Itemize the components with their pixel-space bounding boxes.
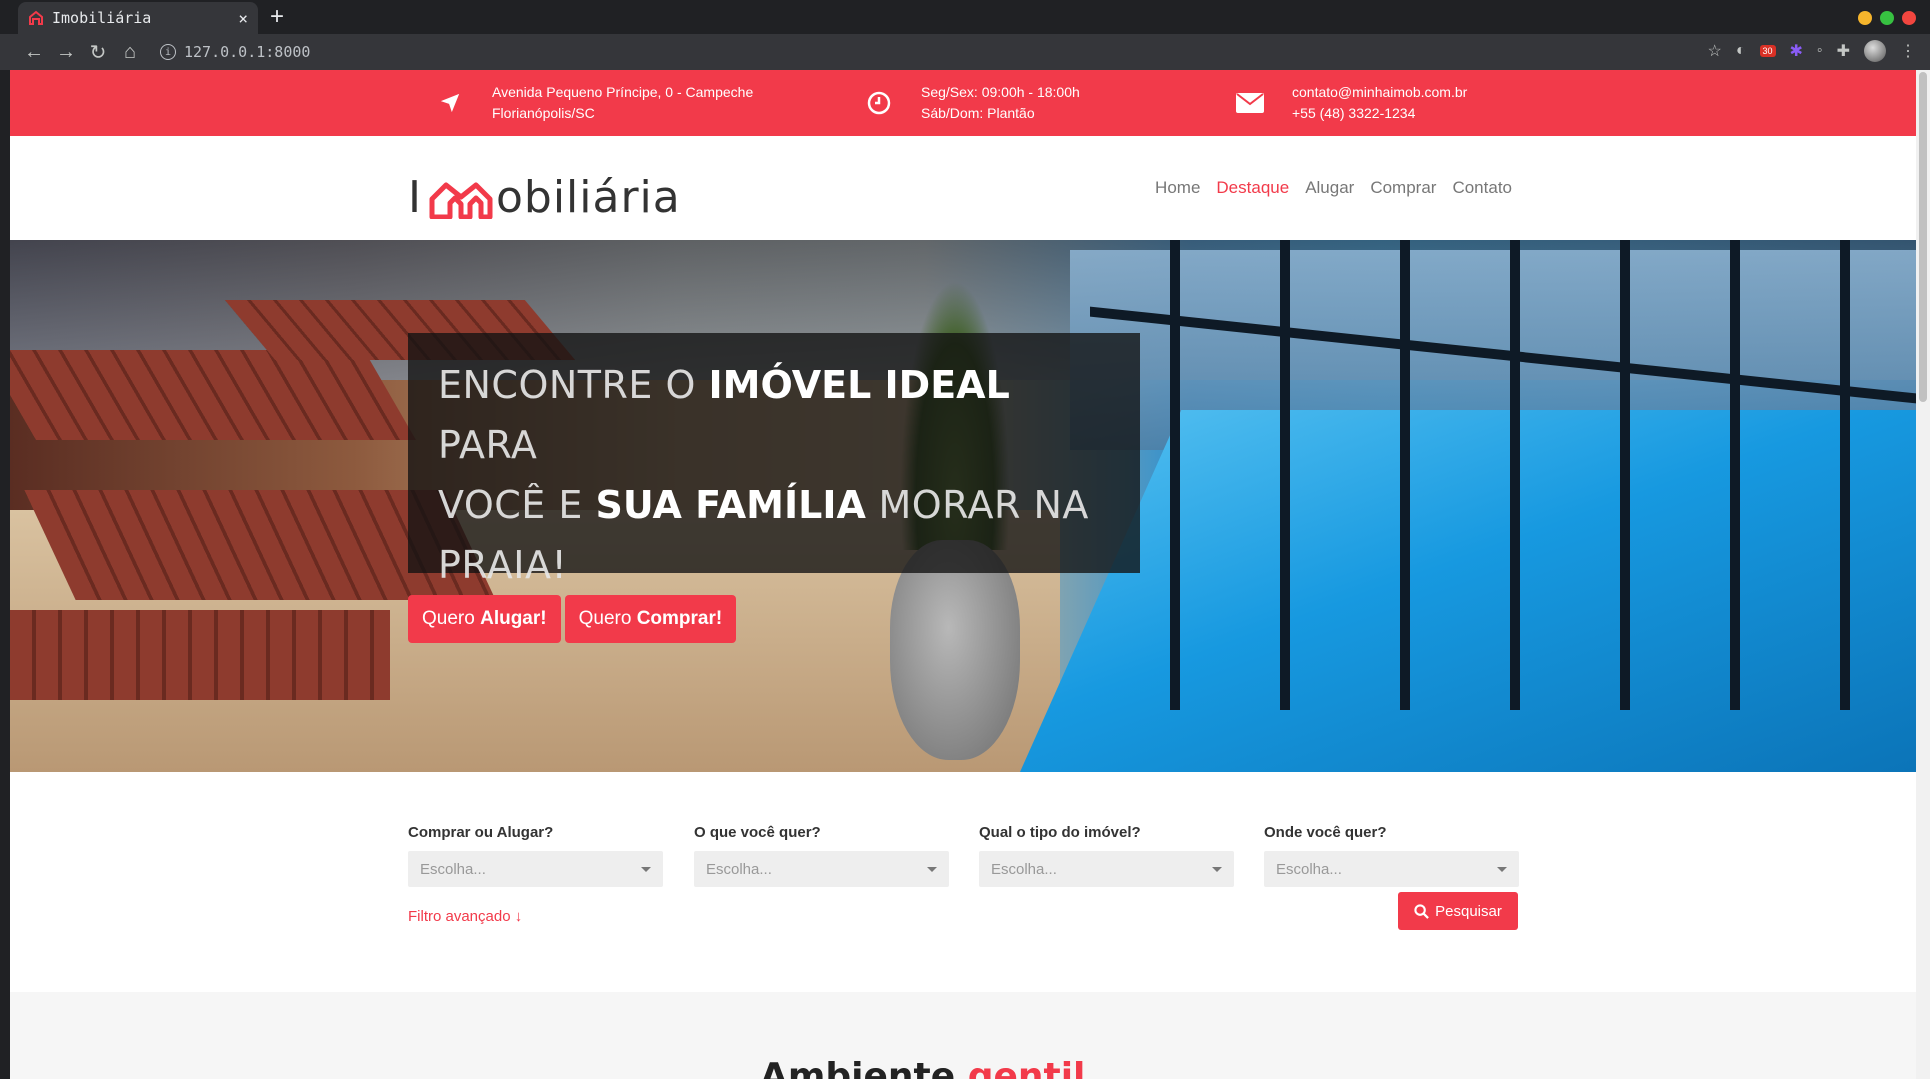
search-icon bbox=[1414, 903, 1429, 919]
extension-icon[interactable]: ◐ bbox=[1736, 42, 1746, 60]
hero-line-3: PRAIA! bbox=[438, 543, 568, 587]
hero-line-1: ENCONTRE O IMÓVEL IDEAL PARA bbox=[438, 363, 1010, 467]
site-header: I obiliária Home Destaque Alugar Comprar… bbox=[10, 136, 1916, 240]
chevron-down-icon bbox=[1212, 866, 1222, 872]
hero-headline-box: ENCONTRE O IMÓVEL IDEAL PARA VOCÊ E SUA … bbox=[408, 333, 1140, 587]
chevron-down-icon bbox=[927, 866, 937, 872]
what-select[interactable]: Escolha... bbox=[694, 851, 949, 887]
maximize-button[interactable] bbox=[1880, 11, 1894, 25]
search-field-buy-rent: Comprar ou Alugar? Escolha... bbox=[408, 824, 663, 887]
where-select[interactable]: Escolha... bbox=[1264, 851, 1519, 887]
browser-tab[interactable]: Imobiliária × bbox=[18, 2, 258, 34]
house-favicon-icon bbox=[29, 10, 43, 25]
forward-icon[interactable]: → bbox=[50, 41, 82, 64]
extension-badge[interactable]: 30 bbox=[1759, 45, 1776, 57]
logo-house-icon bbox=[429, 182, 493, 219]
logo-prefix: I bbox=[408, 172, 422, 223]
email-link[interactable]: contato@minhaimob.com.br bbox=[1292, 82, 1467, 103]
extension-dots-icon[interactable]: ◦ bbox=[1817, 42, 1823, 60]
type-select[interactable]: Escolha... bbox=[979, 851, 1234, 887]
hero-banner: ENCONTRE O IMÓVEL IDEAL PARA VOCÊ E SUA … bbox=[10, 240, 1916, 772]
extensions-area: ☆ ◐ 30 ✱ ◦ ✚ ⋮ bbox=[1707, 40, 1916, 62]
next-section: Ambiente gentil bbox=[10, 992, 1916, 1079]
new-tab-button[interactable]: + bbox=[270, 4, 284, 30]
contact-info: contato@minhaimob.com.br +55 (48) 3322-1… bbox=[1236, 82, 1467, 124]
field-label: Qual o tipo do imóvel? bbox=[979, 824, 1141, 841]
search-field-type: Qual o tipo do imóvel? Escolha... bbox=[979, 824, 1234, 887]
close-window-button[interactable] bbox=[1902, 11, 1916, 25]
url-text: 127.0.0.1:8000 bbox=[184, 43, 311, 61]
phone-text: +55 (48) 3322-1234 bbox=[1292, 105, 1416, 121]
back-icon[interactable]: ← bbox=[18, 41, 50, 64]
reload-icon[interactable]: ↻ bbox=[82, 40, 114, 65]
hours-line1: Seg/Sex: 09:00h - 18:00h bbox=[921, 84, 1080, 100]
section-title: Ambiente gentil bbox=[760, 1056, 1086, 1079]
page-scrollbar[interactable] bbox=[1916, 70, 1930, 1079]
nav-destaque[interactable]: Destaque bbox=[1216, 178, 1289, 198]
puzzle-icon[interactable]: ✚ bbox=[1837, 41, 1850, 61]
minimize-button[interactable] bbox=[1858, 11, 1872, 25]
browser-toolbar: ← → ↻ ⌂ i 127.0.0.1:8000 ☆ ◐ 30 ✱ ◦ ✚ ⋮ bbox=[0, 34, 1930, 70]
rent-button[interactable]: Quero Alugar! bbox=[408, 595, 561, 643]
location-arrow-icon bbox=[436, 89, 464, 117]
page-viewport: Avenida Pequeno Príncipe, 0 - Campeche F… bbox=[10, 70, 1916, 1079]
nav-alugar[interactable]: Alugar bbox=[1305, 178, 1354, 198]
field-label: O que você quer? bbox=[694, 824, 821, 841]
contact-topbar: Avenida Pequeno Príncipe, 0 - Campeche F… bbox=[10, 70, 1916, 136]
buy-rent-select[interactable]: Escolha... bbox=[408, 851, 663, 887]
tab-title: Imobiliária bbox=[52, 9, 152, 27]
nav-home[interactable]: Home bbox=[1155, 178, 1200, 198]
window-controls bbox=[1858, 11, 1916, 25]
search-field-what: O que você quer? Escolha... bbox=[694, 824, 949, 887]
clock-icon bbox=[865, 89, 893, 117]
browser-tab-strip: Imobiliária × + bbox=[0, 0, 1930, 34]
site-info-icon[interactable]: i bbox=[160, 44, 176, 60]
address-info: Avenida Pequeno Príncipe, 0 - Campeche F… bbox=[436, 82, 753, 124]
chevron-down-icon bbox=[641, 866, 651, 872]
site-logo[interactable]: I obiliária bbox=[408, 172, 681, 223]
address-line2: Florianópolis/SC bbox=[492, 105, 595, 121]
address-bar[interactable]: i 127.0.0.1:8000 bbox=[160, 43, 310, 61]
search-button[interactable]: Pesquisar bbox=[1398, 892, 1518, 930]
address-line1: Avenida Pequeno Príncipe, 0 - Campeche bbox=[492, 84, 754, 100]
chevron-down-icon bbox=[1497, 866, 1507, 872]
hero-line-2: VOCÊ E SUA FAMÍLIA MORAR NA bbox=[438, 483, 1089, 527]
buy-button[interactable]: Quero Comprar! bbox=[564, 595, 737, 643]
search-field-where: Onde você quer? Escolha... bbox=[1264, 824, 1519, 887]
envelope-icon bbox=[1236, 89, 1264, 117]
field-label: Onde você quer? bbox=[1264, 824, 1387, 841]
nav-contato[interactable]: Contato bbox=[1452, 178, 1512, 198]
property-search: Comprar ou Alugar? Escolha... O que você… bbox=[10, 772, 1916, 992]
hours-line2: Sáb/Dom: Plantão bbox=[921, 105, 1035, 121]
hero-actions: Quero Alugar! Quero Comprar! bbox=[408, 595, 737, 643]
hours-info: Seg/Sex: 09:00h - 18:00h Sáb/Dom: Plantã… bbox=[865, 82, 1080, 124]
advanced-filter-link[interactable]: Filtro avançado ↓ bbox=[408, 908, 522, 925]
extension-purple-icon[interactable]: ✱ bbox=[1790, 41, 1803, 61]
main-nav: Home Destaque Alugar Comprar Contato bbox=[1155, 178, 1512, 198]
menu-kebab-icon[interactable]: ⋮ bbox=[1900, 41, 1916, 61]
profile-avatar[interactable] bbox=[1864, 40, 1886, 62]
scrollbar-thumb[interactable] bbox=[1919, 72, 1927, 402]
nav-comprar[interactable]: Comprar bbox=[1370, 178, 1436, 198]
bookmark-star-icon[interactable]: ☆ bbox=[1707, 41, 1721, 61]
home-icon[interactable]: ⌂ bbox=[114, 41, 146, 64]
logo-suffix: obiliária bbox=[495, 172, 681, 223]
field-label: Comprar ou Alugar? bbox=[408, 824, 554, 841]
close-tab-icon[interactable]: × bbox=[238, 9, 248, 28]
